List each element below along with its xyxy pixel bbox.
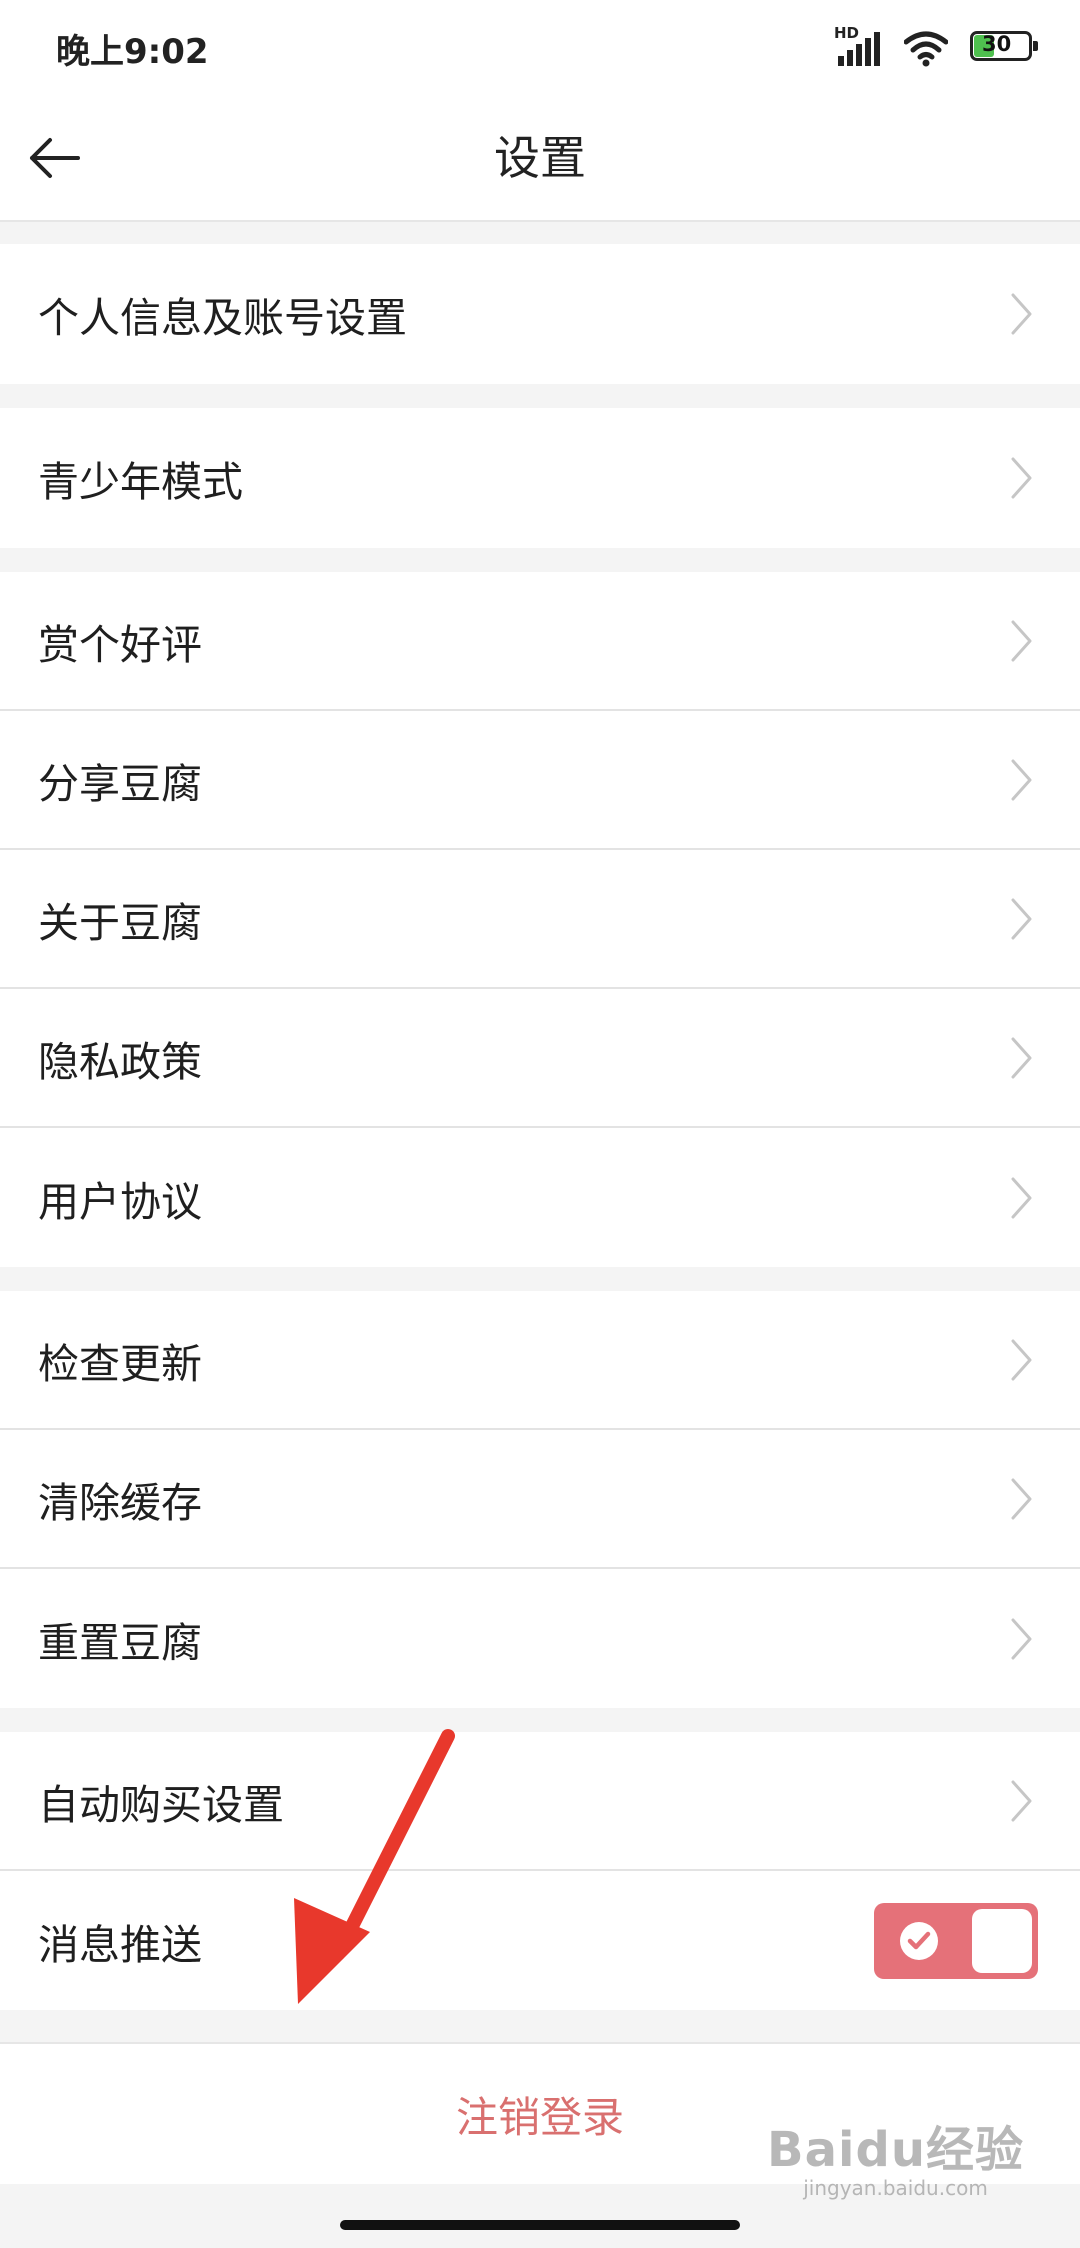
settings-item-label: 个人信息及账号设置	[38, 294, 407, 342]
settings-item-reset[interactable]: 重置豆腐	[0, 1569, 1080, 1708]
settings-item-label: 赏个好评	[38, 620, 202, 669]
settings-item-label: 用户协议	[38, 1177, 202, 1226]
settings-item-about[interactable]: 关于豆腐	[0, 850, 1080, 989]
watermark-sub: jingyan.baidu.com	[803, 2176, 988, 2200]
chevron-right-icon	[1011, 620, 1032, 661]
page-title: 设置	[494, 131, 586, 185]
home-indicator[interactable]	[340, 2220, 740, 2230]
chevron-right-icon	[1011, 1618, 1032, 1659]
settings-item-label: 青少年模式	[38, 458, 243, 506]
chevron-right-icon	[1011, 1177, 1032, 1218]
baidu-watermark: Baidu经验 jingyan.baidu.com	[767, 2110, 1024, 2200]
settings-item-label: 消息推送	[38, 1920, 202, 1969]
header: 设置	[0, 96, 1080, 222]
settings-item-teen-mode[interactable]: 青少年模式	[0, 408, 1080, 548]
settings-item-privacy[interactable]: 隐私政策	[0, 989, 1080, 1128]
status-icons: HD 30	[834, 24, 1040, 70]
chevron-right-icon	[1011, 1339, 1032, 1380]
checkmark-icon	[900, 1921, 938, 1960]
chevron-right-icon	[1011, 293, 1032, 335]
chevron-right-icon	[1011, 1037, 1032, 1078]
settings-item-label: 自动购买设置	[38, 1780, 284, 1829]
watermark-logo: Baidu经验	[767, 2122, 1024, 2178]
settings-item-account[interactable]: 个人信息及账号设置	[0, 244, 1080, 384]
settings-item-label: 清除缓存	[38, 1478, 202, 1527]
settings-item-label: 分享豆腐	[38, 759, 202, 808]
signal-icon: HD	[834, 24, 882, 68]
status-time: 晚上9:02	[56, 32, 209, 72]
settings-item-clear-cache[interactable]: 清除缓存	[0, 1430, 1080, 1569]
chevron-right-icon	[1011, 457, 1032, 499]
settings-item-rate[interactable]: 赏个好评	[0, 572, 1080, 711]
toggle-knob	[972, 1908, 1032, 1973]
chevron-right-icon	[1011, 1780, 1032, 1821]
wifi-icon	[903, 28, 949, 68]
chevron-right-icon	[1011, 898, 1032, 939]
chevron-right-icon	[1011, 1478, 1032, 1519]
status-bar: 晚上9:02 HD 30	[0, 0, 1080, 96]
settings-item-push-notifications: 消息推送	[0, 1871, 1080, 2010]
battery-icon: 30	[970, 31, 1040, 65]
chevron-right-icon	[1011, 759, 1032, 800]
settings-item-label: 检查更新	[38, 1339, 202, 1388]
settings-item-share[interactable]: 分享豆腐	[0, 711, 1080, 850]
settings-item-label: 重置豆腐	[38, 1618, 202, 1667]
settings-item-auto-purchase[interactable]: 自动购买设置	[0, 1732, 1080, 1871]
push-notification-toggle[interactable]	[874, 1902, 1038, 1979]
settings-item-label: 隐私政策	[38, 1037, 202, 1086]
settings-item-check-update[interactable]: 检查更新	[0, 1291, 1080, 1430]
settings-item-user-agreement[interactable]: 用户协议	[0, 1128, 1080, 1267]
battery-level: 30	[982, 32, 1012, 56]
settings-item-label: 关于豆腐	[38, 898, 202, 947]
